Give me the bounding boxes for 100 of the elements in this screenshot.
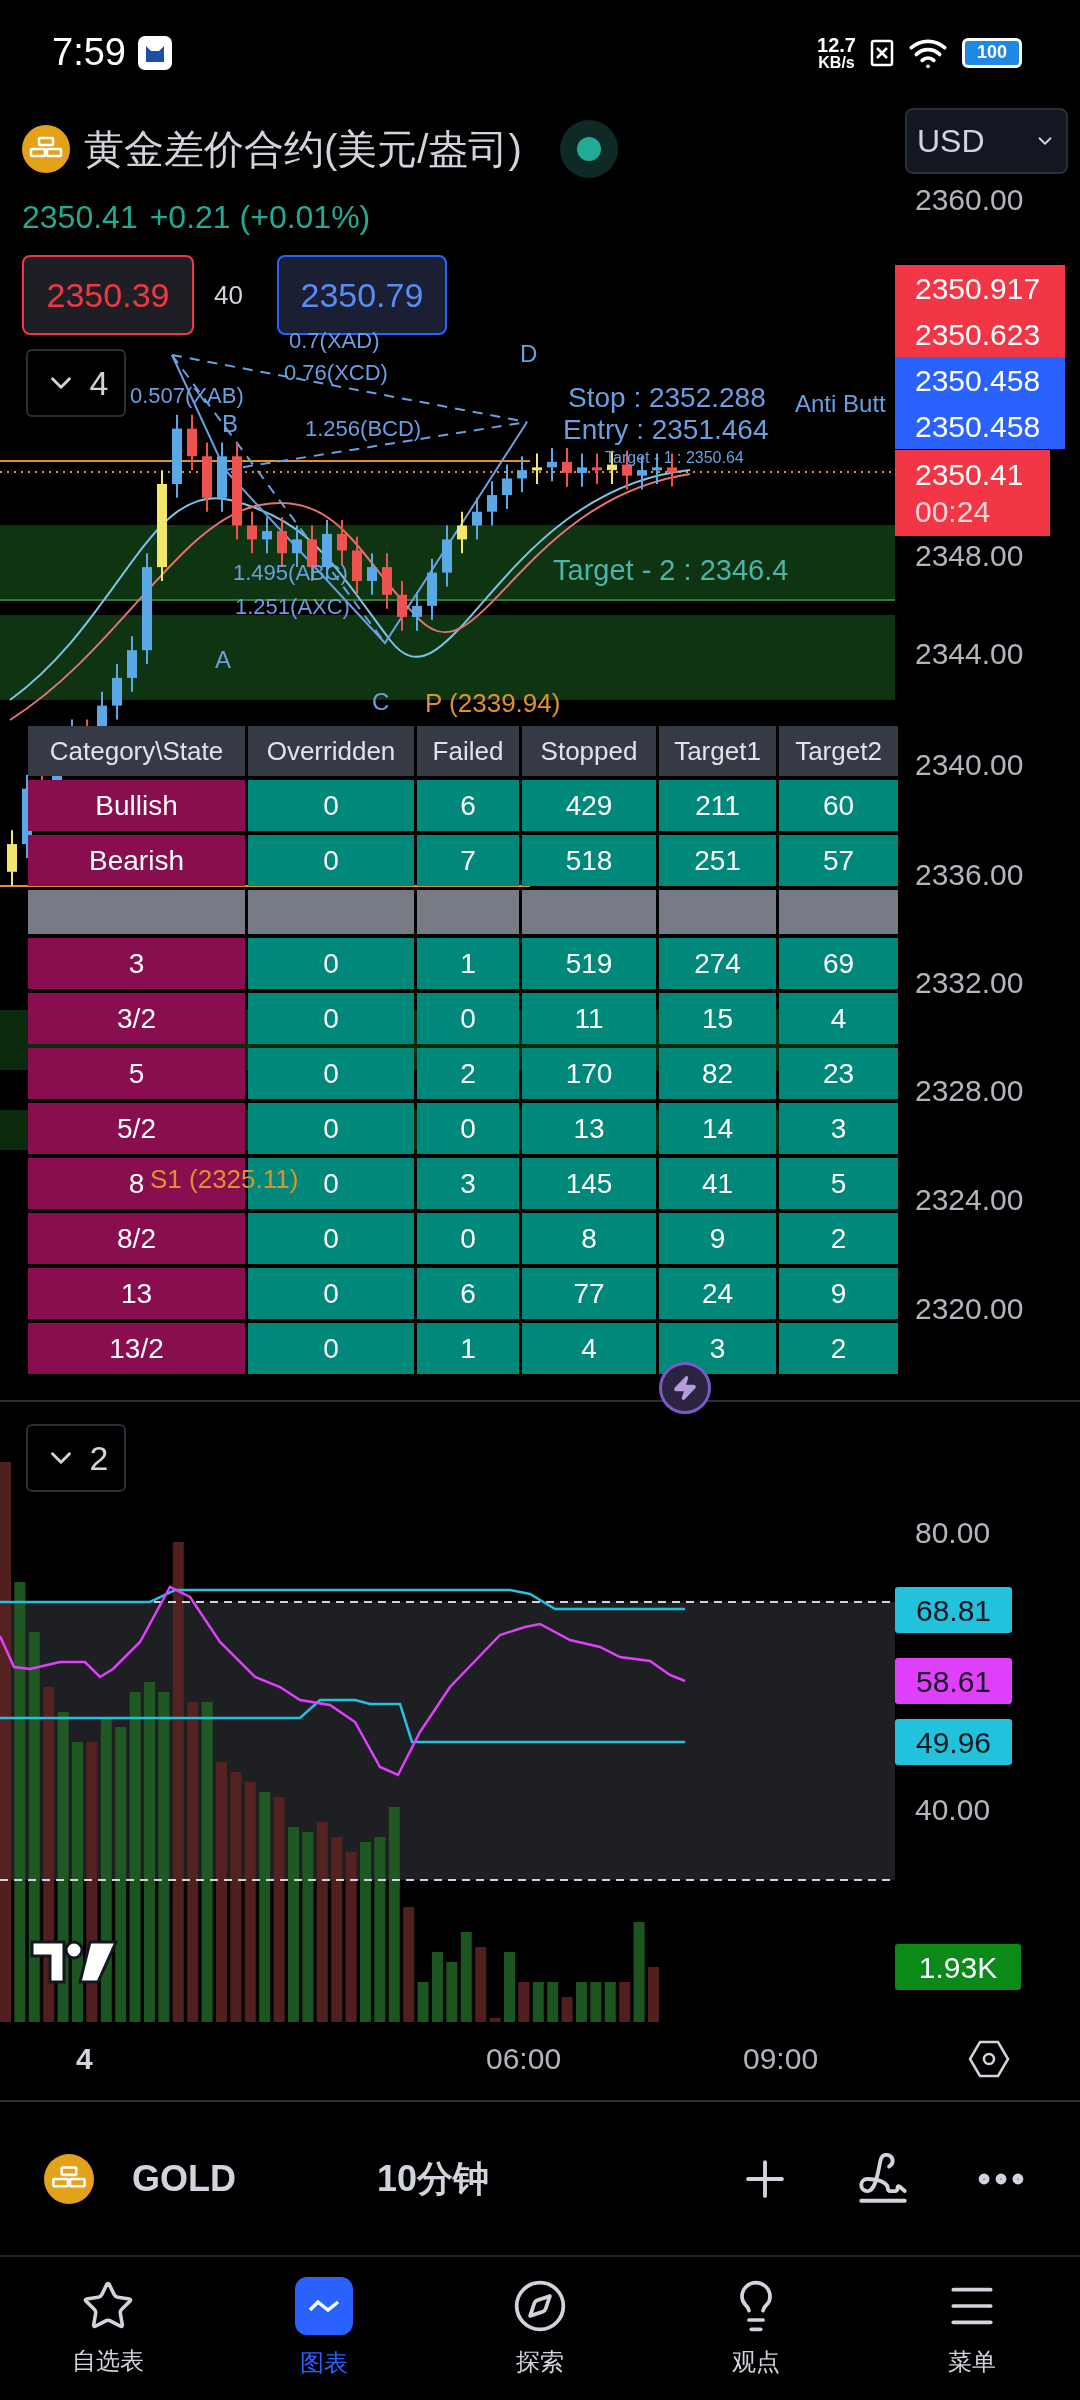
candle: [7, 829, 17, 887]
instrument-title: 黄金差价合约(美元/盎司): [84, 126, 522, 173]
nav-label: 探索: [516, 2346, 564, 2377]
candle: [502, 463, 512, 510]
candle: [457, 510, 467, 555]
table-cell: 0: [417, 993, 519, 1044]
candle: [337, 519, 347, 566]
time-axis-label: 06:00: [486, 2044, 562, 2074]
candle: [262, 516, 272, 555]
settings-icon[interactable]: [968, 2038, 1010, 2080]
last-price-value: 2350.41: [915, 456, 1025, 493]
price-axis-label: 2344.00: [915, 639, 1024, 669]
nav-tab[interactable]: 自选表: [0, 2278, 216, 2379]
table-cell: 6: [417, 1268, 519, 1319]
column-header: Target1: [659, 726, 776, 776]
bar-countdown: 00:24: [915, 494, 992, 530]
battery-indicator: 100: [962, 37, 1022, 68]
price-tag: 2350.917: [895, 265, 1065, 311]
nav-tab[interactable]: 图表: [216, 2276, 432, 2381]
candle: [472, 496, 482, 541]
table-cell: 5: [779, 1158, 898, 1209]
candle: [217, 441, 227, 513]
time-axis-label: 09:00: [743, 2044, 819, 2074]
table-cell: 60: [779, 780, 898, 831]
lightning-button[interactable]: [659, 1362, 711, 1414]
table-cell: 8: [522, 1213, 656, 1264]
volume-bar: [576, 1982, 587, 2022]
table-cell: 429: [522, 780, 656, 831]
chart-annotation: B: [222, 412, 238, 436]
chart-annotation: Stop : 2352.288: [568, 384, 766, 412]
table-cell: 170: [522, 1048, 656, 1099]
interval-label[interactable]: 10分钟: [377, 2151, 490, 2206]
volume-bar: [619, 1982, 631, 2022]
indicators-toggle[interactable]: 2: [26, 1424, 126, 1492]
chart-annotation: 1.251(AXC): [235, 596, 350, 618]
network-speed: 12.7: [817, 34, 856, 55]
last-price: 2350.41: [22, 198, 138, 237]
nav-tab[interactable]: 探索: [432, 2277, 648, 2380]
symbol-label[interactable]: GOLD: [132, 2151, 377, 2206]
nav-tab[interactable]: 菜单: [864, 2277, 1080, 2380]
candle: [202, 441, 212, 513]
table-cell: 15: [659, 993, 776, 1044]
coin-icon: [22, 125, 70, 173]
price-axis-label: 2332.00: [915, 968, 1024, 998]
table-cell: 145: [522, 1158, 656, 1209]
candle: [187, 413, 197, 472]
table-cell: 82: [659, 1048, 776, 1099]
chart-annotation: 1.256(BCD): [305, 418, 422, 440]
time-axis-label: 4: [76, 2044, 93, 2074]
price-change: +0.21 (+0.01%): [149, 198, 371, 237]
volume-bar: [604, 1982, 616, 2022]
table-cell: 0: [248, 938, 414, 989]
column-header: Category\State: [28, 726, 245, 776]
candle: [592, 452, 602, 485]
table-cell: 0: [417, 1103, 519, 1154]
volume-bar: [489, 2018, 501, 2022]
table-cell: 1: [417, 1323, 519, 1374]
currency-dropdown[interactable]: USD: [905, 108, 1068, 174]
oscillator-axis-label: 40.00: [915, 1795, 991, 1825]
price-tag: 2350.458: [895, 357, 1065, 403]
table-cell: 2: [417, 1048, 519, 1099]
candle: [577, 452, 587, 488]
sell-price-button[interactable]: 2350.39: [22, 255, 194, 335]
chart-annotation: P (2339.94): [425, 690, 561, 716]
table-cell: 13/2: [28, 1323, 245, 1374]
table-cell: 23: [779, 1048, 898, 1099]
volume-bar: [547, 1982, 559, 2022]
table-cell: 2: [779, 1323, 898, 1374]
nav-label: 图表: [300, 2347, 348, 2378]
chart-annotation: Entry : 2351.464: [563, 416, 769, 444]
indicators-toggle[interactable]: 4: [26, 349, 126, 417]
table-cell: 24: [659, 1268, 776, 1319]
candle: [352, 535, 362, 596]
volume-bar: [648, 1967, 659, 2022]
table-cell: 41: [659, 1158, 776, 1209]
table-cell: 4: [779, 993, 898, 1044]
price-tag: 2350.623: [895, 311, 1065, 357]
volume-bar: [532, 1982, 544, 2022]
table-cell: 519: [522, 938, 656, 989]
value-tag: 49.96: [895, 1719, 1012, 1765]
cat-app-icon: [137, 35, 172, 70]
candle: [667, 452, 677, 488]
table-cell: 1: [417, 938, 519, 989]
table-cell: 0: [248, 1103, 414, 1154]
table-cell: 6: [417, 780, 519, 831]
table-cell: 9: [659, 1213, 776, 1264]
table-cell: 0: [248, 1323, 414, 1374]
table-cell: 0: [248, 1048, 414, 1099]
table-cell: Bearish: [28, 835, 245, 886]
table-cell: 4: [522, 1323, 656, 1374]
oscillator-axis-label: 80.00: [915, 1518, 991, 1548]
nav-tab[interactable]: 观点: [648, 2277, 864, 2380]
candle: [517, 455, 527, 494]
value-tag: 58.61: [895, 1658, 1012, 1704]
price-axis-label: 2348.00: [915, 541, 1024, 571]
status-time: 7:59: [52, 30, 126, 75]
volume-bar: [446, 1962, 458, 2022]
price-axis-label: 2340.00: [915, 750, 1024, 780]
table-cell: 3: [28, 938, 245, 989]
lightning-icon: [672, 1375, 698, 1401]
